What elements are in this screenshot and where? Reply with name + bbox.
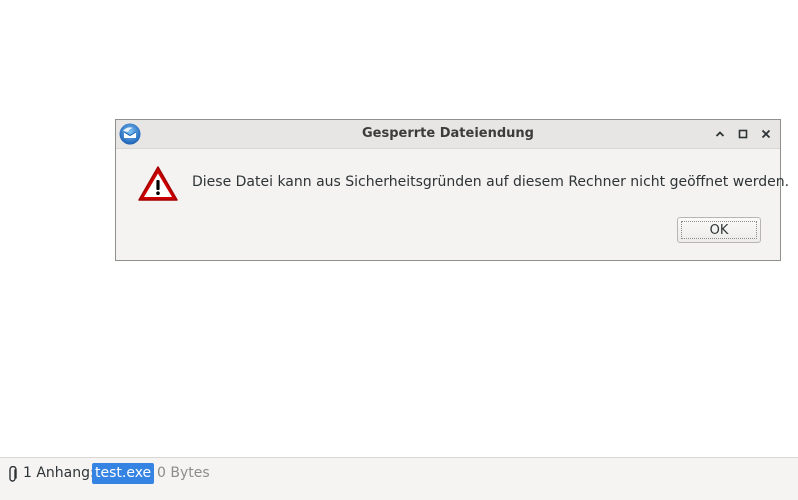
dialog-message: Diese Datei kann aus Sicherheitsgründen … <box>192 174 790 190</box>
attachment-file-size: 0 Bytes <box>157 465 210 481</box>
attachment-file-name[interactable]: test.exe <box>92 463 155 484</box>
dialog-titlebar[interactable]: Gesperrte Dateiendung <box>116 120 780 149</box>
attachment-bar: 1 Anhang: test.exe 0 Bytes <box>0 457 798 500</box>
chevron-up-icon[interactable] <box>713 127 727 141</box>
ok-button[interactable]: OK <box>677 217 761 243</box>
attachment-count-label: 1 Anhang: <box>23 465 95 481</box>
close-icon[interactable] <box>759 127 773 141</box>
ok-button-label: OK <box>681 221 757 239</box>
dialog-title: Gesperrte Dateiendung <box>362 126 534 141</box>
warning-icon <box>137 165 179 203</box>
paperclip-icon[interactable] <box>6 465 20 483</box>
maximize-icon[interactable] <box>736 127 750 141</box>
blocked-extension-dialog: Gesperrte Dateiendung Diese Datei kann a… <box>115 119 789 261</box>
